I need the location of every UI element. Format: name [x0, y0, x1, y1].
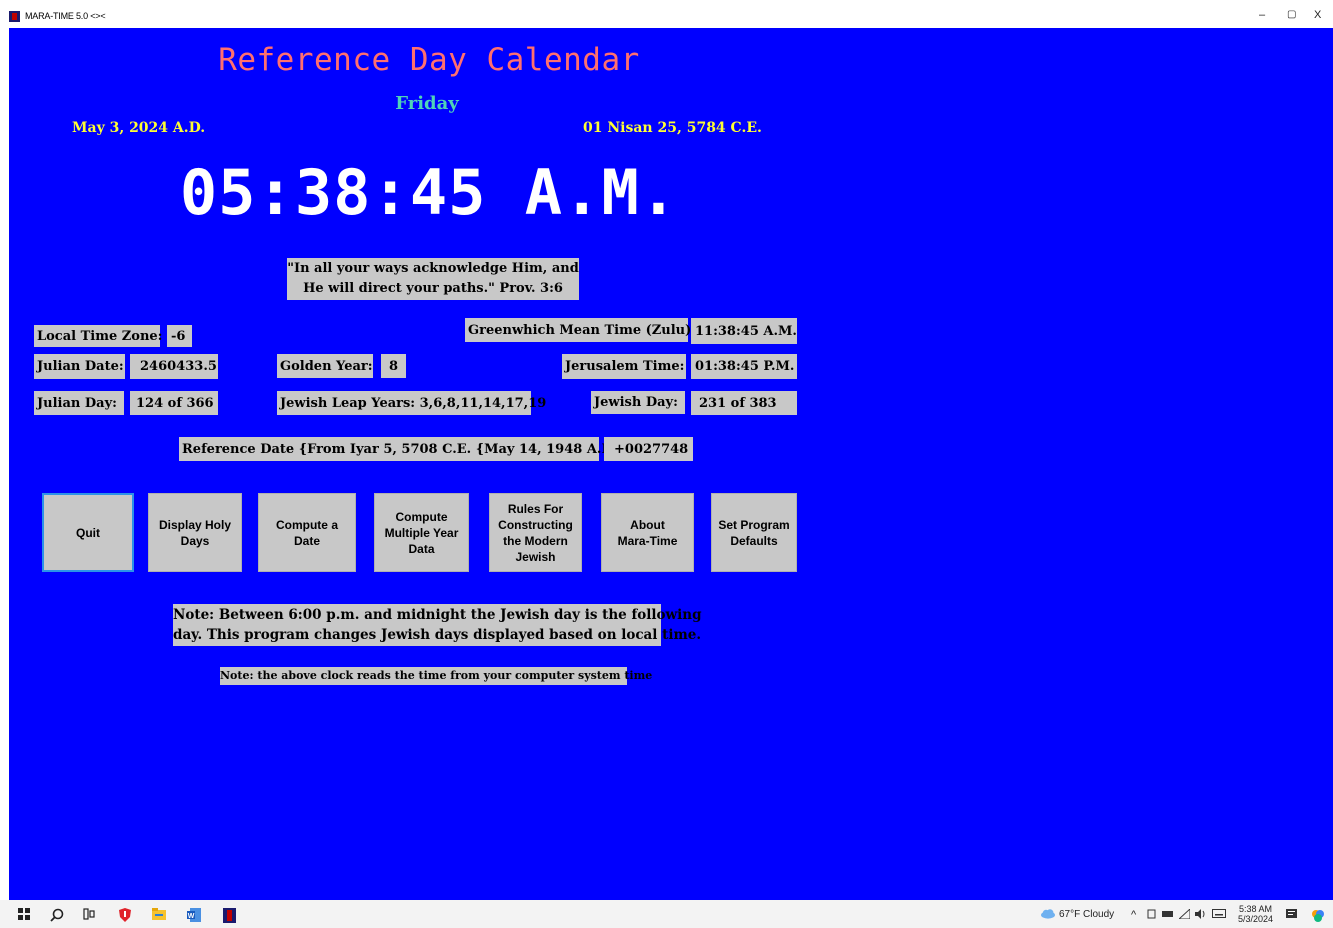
tray-meet-icon[interactable] [1147, 909, 1156, 922]
jewish-leap-years: Jewish Leap Years: 3,6,8,11,14,17,19 [277, 391, 546, 415]
golden-year-label: Golden Year: [277, 354, 373, 378]
restore-icon[interactable]: ▢ [1287, 9, 1296, 20]
keyboard-icon[interactable] [1212, 909, 1226, 921]
gmt-value: 11:38:45 A.M. [691, 318, 797, 344]
svg-text:W: W [188, 913, 195, 920]
taskbar-date: 5/3/2024 [1238, 914, 1274, 924]
julian-day-label: Julian Day: [34, 391, 124, 415]
local-timezone-label: Local Time Zone: [34, 325, 162, 347]
clock-note: Note: the above clock reads the time fro… [220, 667, 652, 685]
jewish-day-value: 231 of 383 [691, 391, 797, 415]
battery-icon[interactable] [1177, 907, 1191, 922]
weather-icon[interactable] [1040, 909, 1056, 922]
taskbar-time: 5:38 AM [1239, 904, 1273, 914]
window-titlebar: MARA-TIME 5.0 <>< – ▢ X [0, 0, 1333, 28]
quote-line-1: "In all your ways acknowledge Him, and [287, 261, 579, 276]
clock-display: 05:38:45 A.M. [179, 156, 679, 229]
file-explorer-icon[interactable] [152, 908, 166, 922]
quote-line-2: He will direct your paths." Prov. 3:6 [303, 281, 563, 296]
shield-icon[interactable] [119, 908, 131, 924]
weekday-label: Friday [395, 93, 459, 114]
taskbar: W 67°F Cloudy ^ 5:38 AM 5/3/2024 [0, 900, 1333, 928]
page-title: Reference Day Calendar [218, 42, 640, 78]
weather-label[interactable]: 67°F Cloudy [1059, 909, 1114, 920]
windows-start-icon[interactable] [18, 908, 30, 922]
copilot-icon[interactable] [1311, 909, 1325, 926]
mara-time-app-icon[interactable] [223, 908, 236, 925]
rules-button[interactable]: Rules For Constructing the Modern Jewish [489, 493, 582, 572]
close-icon[interactable]: X [1314, 9, 1321, 21]
jewish-day-note: Note: Between 6:00 p.m. and midnight the… [173, 604, 702, 646]
scripture-quote: "In all your ways acknowledge Him, and H… [287, 258, 579, 300]
quit-button[interactable]: Quit [42, 493, 134, 572]
set-defaults-button[interactable]: Set Program Defaults [711, 493, 797, 572]
reference-date-label: Reference Date {From Iyar 5, 5708 C.E. {… [179, 437, 630, 461]
note-line-1: Note: Between 6:00 p.m. and midnight the… [173, 607, 702, 623]
golden-year-value: 8 [381, 354, 406, 378]
chevron-up-icon[interactable]: ^ [1131, 909, 1136, 921]
compute-date-button[interactable]: Compute a Date [258, 493, 356, 572]
volume-icon[interactable] [1195, 909, 1206, 922]
search-icon[interactable] [50, 908, 64, 924]
network-icon[interactable] [1162, 909, 1173, 921]
main-panel: Reference Day Calendar Friday May 3, 202… [9, 28, 1333, 900]
julian-date-value: 2460433.5 [130, 354, 218, 379]
minimize-icon[interactable]: – [1259, 9, 1265, 21]
word-icon[interactable]: W [187, 908, 201, 924]
display-holy-days-button[interactable]: Display Holy Days [148, 493, 242, 572]
hebrew-date: 01 Nisan 25, 5784 C.E. [583, 120, 762, 136]
jerusalem-time-value: 01:38:45 P.M. [691, 354, 797, 379]
compute-multiple-year-button[interactable]: Compute Multiple Year Data [374, 493, 469, 572]
jewish-day-label: Jewish Day: [591, 391, 685, 414]
task-view-icon[interactable] [83, 908, 95, 922]
app-icon [9, 11, 20, 22]
reference-date-value: +0027748 [604, 437, 693, 461]
about-button[interactable]: About Mara-Time [601, 493, 694, 572]
taskbar-clock[interactable]: 5:38 AM 5/3/2024 [1238, 904, 1273, 924]
window-title: MARA-TIME 5.0 <>< [25, 11, 106, 21]
note-line-2: day. This program changes Jewish days di… [173, 627, 702, 643]
local-timezone-value: -6 [167, 325, 192, 347]
notifications-icon[interactable] [1286, 909, 1299, 924]
gregorian-date: May 3, 2024 A.D. [72, 120, 206, 136]
julian-date-label: Julian Date: [34, 354, 125, 379]
gmt-label: Greenwhich Mean Time (Zulu): [465, 318, 696, 342]
julian-day-value: 124 of 366 [130, 391, 218, 415]
jerusalem-time-label: Jerusalem Time: [562, 354, 686, 379]
